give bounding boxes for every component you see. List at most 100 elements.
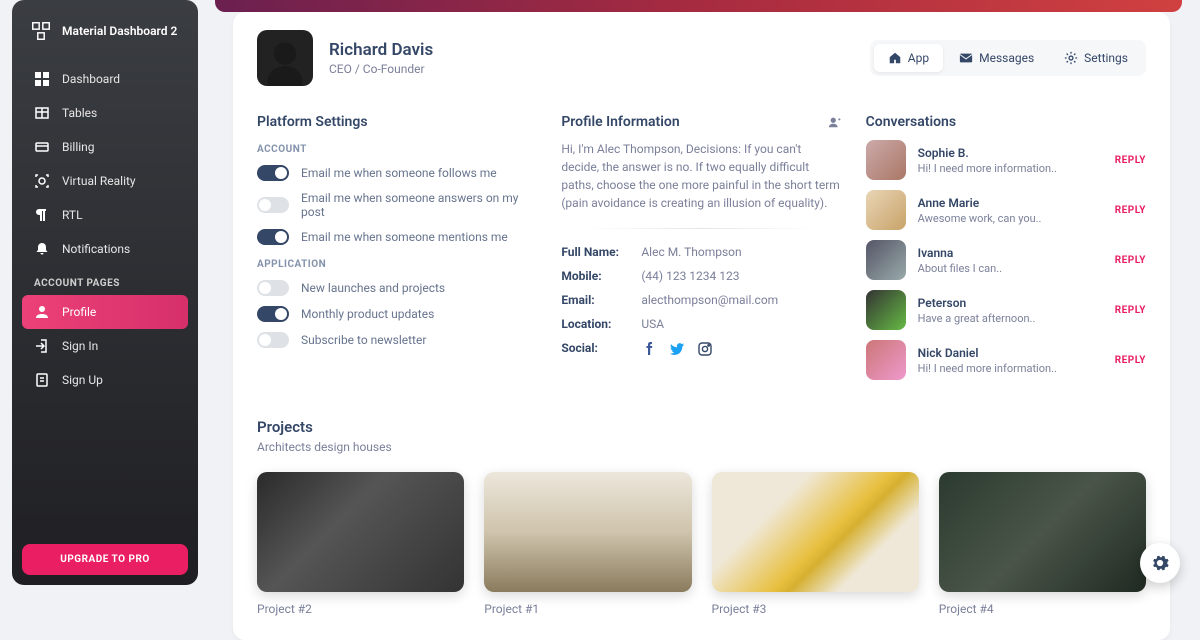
sidebar-item-rtl[interactable]: RTL [22, 198, 188, 232]
info-label: Location: [561, 317, 633, 331]
profile-role: CEO / Co-Founder [329, 62, 433, 76]
conversation-msg: Have a great afternoon.. [918, 312, 1103, 325]
tab-group: App Messages Settings [870, 40, 1146, 76]
info-value: USA [641, 317, 664, 331]
project-image [712, 472, 919, 592]
upgrade-button[interactable]: UPGRADE TO PRO [22, 544, 188, 575]
info-label: Email: [561, 293, 633, 307]
tab-messages[interactable]: Messages [945, 44, 1048, 72]
projects-title: Projects [257, 418, 1146, 436]
toggle-label: Email me when someone mentions me [301, 230, 508, 244]
conversation-name: Nick Daniel [918, 346, 1103, 360]
tab-settings[interactable]: Settings [1050, 44, 1142, 72]
twitter-icon[interactable] [669, 341, 685, 357]
billing-icon [34, 139, 50, 155]
info-value: alecthompson@mail.com [641, 293, 778, 307]
hero-banner [215, 0, 1182, 12]
conversations: Conversations Sophie B. Hi! I need more … [866, 114, 1146, 390]
tab-app[interactable]: App [874, 44, 943, 72]
sidebar-item-signup[interactable]: Sign Up [22, 363, 188, 397]
avatar [866, 190, 906, 230]
info-email: Email: alecthompson@mail.com [561, 293, 841, 307]
conversation-row: Peterson Have a great afternoon.. REPLY [866, 290, 1146, 330]
profile-card: Richard Davis CEO / Co-Founder App Messa… [233, 12, 1170, 640]
project-image [257, 472, 464, 592]
edit-icon[interactable] [828, 115, 842, 129]
instagram-icon[interactable] [697, 341, 713, 357]
facebook-icon[interactable] [641, 341, 657, 357]
profile-name: Richard Davis [329, 40, 433, 60]
home-icon [888, 51, 902, 65]
sidebar-item-tables[interactable]: Tables [22, 96, 188, 130]
avatar [866, 240, 906, 280]
info-location: Location: USA [561, 317, 841, 331]
toggle-label: Email me when someone follows me [301, 166, 497, 180]
gear-icon [1151, 554, 1169, 572]
sidebar-item-profile[interactable]: Profile [22, 295, 188, 329]
project-card[interactable]: Project #2 [257, 472, 464, 616]
toggle-follows[interactable] [257, 165, 289, 181]
sidebar-item-notifications[interactable]: Notifications [22, 232, 188, 266]
profile-info-title-text: Profile Information [561, 114, 679, 130]
sidebar-item-signin[interactable]: Sign In [22, 329, 188, 363]
conversation-name: Anne Marie [918, 196, 1103, 210]
project-caption: Project #1 [484, 602, 691, 616]
toggle-mentions[interactable] [257, 229, 289, 245]
person-icon [34, 304, 50, 320]
sidebar-item-label: Notifications [62, 242, 130, 256]
gear-icon [1064, 51, 1078, 65]
info-value: (44) 123 1234 123 [641, 269, 739, 283]
project-image [484, 472, 691, 592]
toggle-launches[interactable] [257, 280, 289, 296]
sidebar-item-label: Profile [62, 305, 96, 319]
project-card[interactable]: Project #4 [939, 472, 1146, 616]
profile-info: Profile Information Hi, I'm Alec Thompso… [561, 114, 841, 390]
sidebar-item-label: Tables [62, 106, 97, 120]
sidebar-item-dashboard[interactable]: Dashboard [22, 62, 188, 96]
sidebar-item-label: Virtual Reality [62, 174, 136, 188]
settings-fab[interactable] [1140, 543, 1180, 583]
sidebar-item-label: RTL [62, 208, 83, 222]
toggle-newsletter[interactable] [257, 332, 289, 348]
reply-button[interactable]: REPLY [1115, 355, 1146, 366]
info-label: Full Name: [561, 245, 633, 259]
conversation-row: Sophie B. Hi! I need more information.. … [866, 140, 1146, 180]
conversation-name: Ivanna [918, 246, 1103, 260]
projects-grid: Project #2 Project #1 Project #3 Project… [257, 472, 1146, 616]
reply-button[interactable]: REPLY [1115, 155, 1146, 166]
tab-label: Settings [1084, 51, 1128, 65]
nav-section-account: ACCOUNT PAGES [22, 266, 188, 295]
mail-icon [959, 51, 973, 65]
toggle-answers[interactable] [257, 197, 289, 213]
name-block: Richard Davis CEO / Co-Founder [329, 40, 433, 76]
brand: Material Dashboard 2 [22, 16, 188, 56]
toggle-mentions-row: Email me when someone mentions me [257, 229, 537, 245]
reply-button[interactable]: REPLY [1115, 205, 1146, 216]
project-card[interactable]: Project #1 [484, 472, 691, 616]
bell-icon [34, 241, 50, 257]
project-caption: Project #4 [939, 602, 1146, 616]
sidebar-item-vr[interactable]: Virtual Reality [22, 164, 188, 198]
toggle-launches-row: New launches and projects [257, 280, 537, 296]
vr-icon [34, 173, 50, 189]
reply-button[interactable]: REPLY [1115, 305, 1146, 316]
profile-info-title: Profile Information [561, 114, 841, 130]
conversation-row: Anne Marie Awesome work, can you.. REPLY [866, 190, 1146, 230]
projects-header: Projects Architects design houses [257, 418, 1146, 454]
toggle-updates[interactable] [257, 306, 289, 322]
sidebar-item-billing[interactable]: Billing [22, 130, 188, 164]
toggle-newsletter-row: Subscribe to newsletter [257, 332, 537, 348]
avatar [257, 30, 313, 86]
sidebar-item-label: Sign Up [62, 373, 103, 387]
info-value: Alec M. Thompson [641, 245, 741, 259]
project-caption: Project #2 [257, 602, 464, 616]
conversations-title: Conversations [866, 114, 1146, 130]
sidebar: Material Dashboard 2 Dashboard Tables Bi… [12, 0, 198, 585]
sidebar-item-label: Dashboard [62, 72, 120, 86]
project-card[interactable]: Project #3 [712, 472, 919, 616]
reply-button[interactable]: REPLY [1115, 255, 1146, 266]
conversation-name: Sophie B. [918, 146, 1103, 160]
conversation-row: Ivanna About files I can.. REPLY [866, 240, 1146, 280]
application-subhead: APPLICATION [257, 259, 537, 270]
conversation-msg: About files I can.. [918, 262, 1103, 275]
